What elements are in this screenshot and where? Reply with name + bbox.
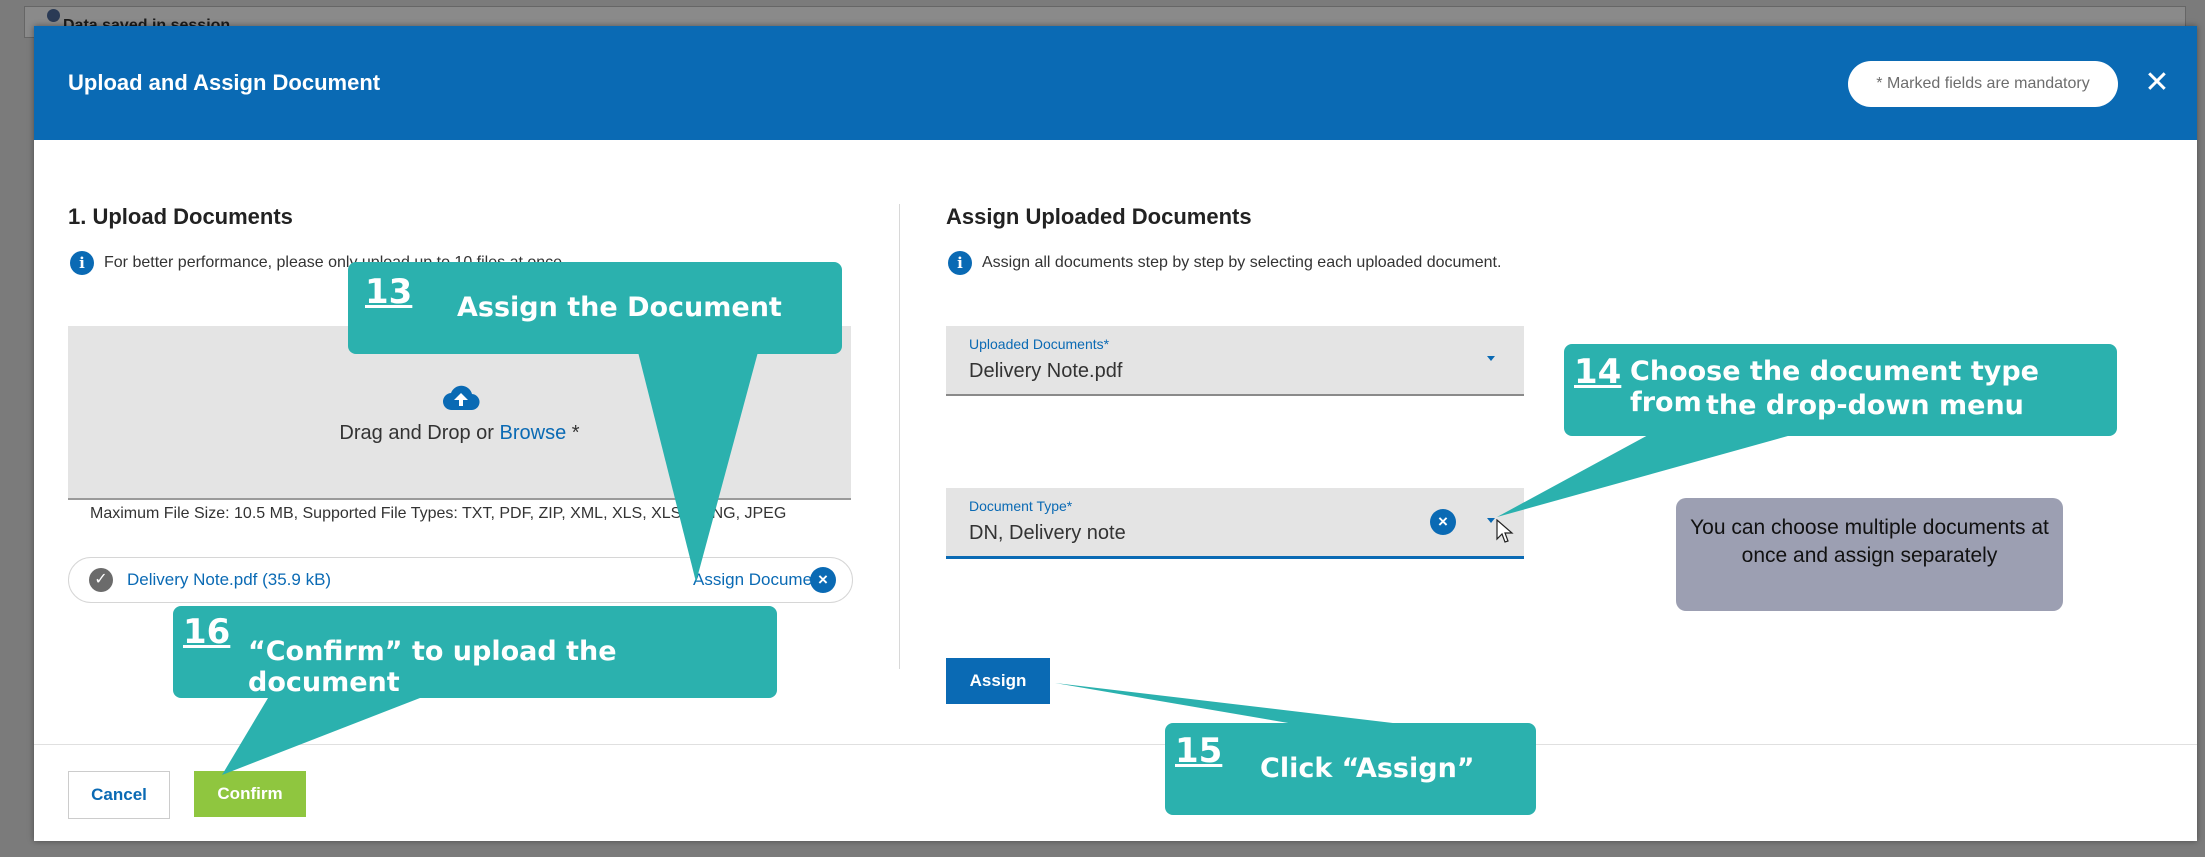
callout-14-line2: the drop-down menu bbox=[1706, 390, 2024, 421]
callout-15: 15 Click “Assign” bbox=[1165, 723, 1536, 815]
callout-14-number: 14 bbox=[1574, 352, 1622, 392]
callout-15-pointer bbox=[1055, 683, 1410, 725]
callout-16-text: “Confirm” to upload the document bbox=[248, 636, 617, 698]
callout-13-text: Assign the Document bbox=[457, 292, 782, 323]
callout-13: 13 Assign the Document bbox=[348, 262, 842, 354]
callout-15-number: 15 bbox=[1175, 731, 1223, 771]
callout-16-pointer bbox=[222, 698, 420, 775]
callout-15-text: Click “Assign” bbox=[1260, 753, 1475, 784]
callout-13-number: 13 bbox=[365, 272, 413, 312]
callout-13-pointer bbox=[638, 352, 758, 582]
callout-16-number: 16 bbox=[183, 612, 231, 652]
callout-16: 16 “Confirm” to upload the document bbox=[173, 606, 777, 698]
mouse-cursor-icon bbox=[1496, 519, 1514, 543]
note-text: You can choose multiple documents at onc… bbox=[1690, 516, 2049, 567]
multiple-documents-note: You can choose multiple documents at onc… bbox=[1676, 498, 2063, 611]
callout-14: 14 Choose the document type from the dro… bbox=[1564, 344, 2117, 436]
